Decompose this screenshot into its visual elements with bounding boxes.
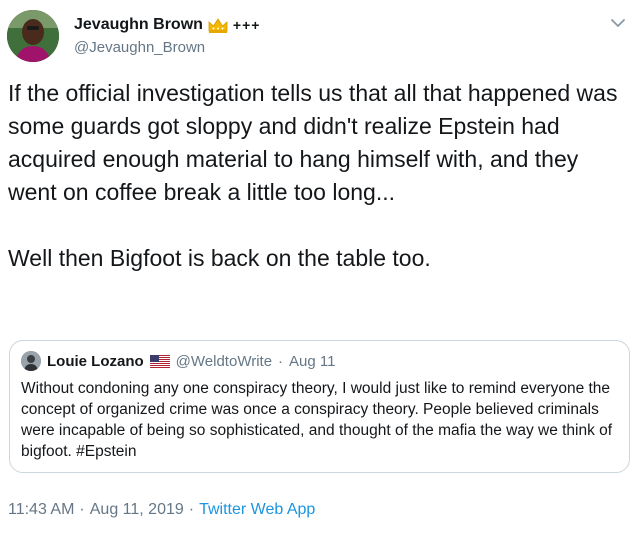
display-name-row: Jevaughn Brown +++ <box>74 14 260 36</box>
quoted-tweet[interactable]: Louie Lozano @WeldtoWrite · Aug 11 Witho… <box>9 340 630 473</box>
avatar-photo-icon <box>7 10 59 62</box>
author-avatar[interactable] <box>7 10 59 62</box>
quoted-handle: @WeldtoWrite <box>175 352 273 370</box>
tweet-date[interactable]: Aug 11, 2019 <box>90 501 184 519</box>
quoted-separator: · <box>278 352 284 370</box>
tweet-meta: 11:43 AM · Aug 11, 2019 · Twitter Web Ap… <box>8 501 315 519</box>
crown-icon <box>207 16 229 34</box>
meta-separator-2: · <box>188 501 195 518</box>
chevron-down-icon[interactable] <box>610 16 626 28</box>
name-suffix: +++ <box>232 17 261 33</box>
quoted-date: Aug 11 <box>289 352 336 370</box>
author-names: Jevaughn Brown +++ @Jevaughn_Brown <box>74 14 260 56</box>
quoted-header: Louie Lozano @WeldtoWrite · Aug 11 <box>21 351 335 371</box>
quoted-avatar-photo-icon <box>21 351 41 371</box>
author-handle[interactable]: @Jevaughn_Brown <box>74 39 260 56</box>
tweet-card: Jevaughn Brown +++ @Jevaughn_Brown If th… <box>0 0 643 533</box>
tweet-text: If the official investigation tells us t… <box>8 80 618 271</box>
meta-separator: · <box>79 501 85 518</box>
tweet-header: Jevaughn Brown +++ @Jevaughn_Brown <box>7 10 632 68</box>
quoted-avatar <box>21 351 41 371</box>
tweet-time[interactable]: 11:43 AM <box>8 501 74 519</box>
us-flag-icon <box>149 354 170 368</box>
quoted-display-name: Louie Lozano <box>47 352 144 370</box>
quoted-text: Without condoning any one conspiracy the… <box>21 380 613 460</box>
author-display-name[interactable]: Jevaughn Brown <box>74 16 203 34</box>
tweet-source-link[interactable]: Twitter Web App <box>199 501 315 519</box>
